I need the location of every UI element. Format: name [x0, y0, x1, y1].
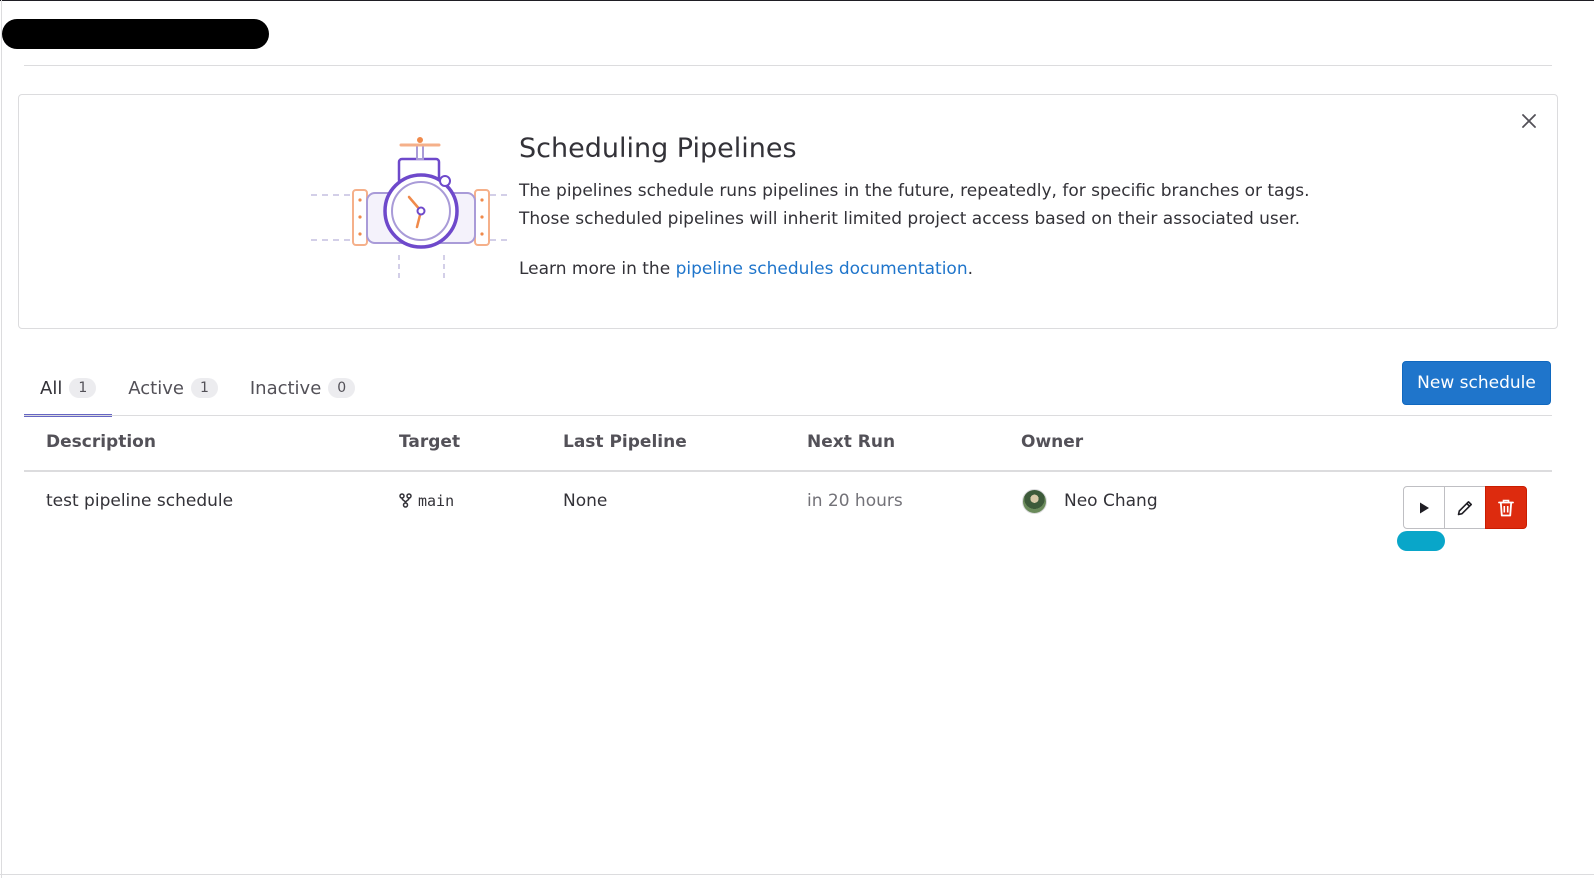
banner-learn-more: Learn more in the pipeline schedules doc… [519, 255, 1419, 283]
pipeline-schedule-illustration [311, 137, 509, 280]
banner-description-line-1: The pipelines schedule runs pipelines in… [519, 181, 1310, 201]
tab-count-badge: 0 [328, 378, 356, 398]
new-schedule-button[interactable]: New schedule [1402, 361, 1551, 405]
highlight-pill [1397, 531, 1445, 551]
redacted-breadcrumb [2, 19, 269, 49]
tab-active[interactable]: Active 1 [112, 360, 234, 416]
tab-all[interactable]: All 1 [24, 360, 113, 417]
schedule-actions [1403, 486, 1527, 529]
tabs-divider [24, 415, 1552, 416]
banner-description-line-2: Those scheduled pipelines will inherit l… [519, 209, 1301, 229]
trash-icon [1498, 499, 1514, 516]
next-run-value: in 20 hours [807, 491, 903, 511]
scheduling-pipelines-banner: Scheduling Pipelines The pipelines sched… [18, 94, 1558, 329]
run-schedule-button[interactable] [1403, 486, 1445, 529]
edit-schedule-button[interactable] [1444, 486, 1486, 529]
learn-more-suffix: . [967, 259, 974, 279]
header-divider [24, 65, 1552, 66]
schedule-target[interactable]: main [399, 489, 454, 513]
target-branch-name: main [418, 492, 455, 510]
branch-icon [399, 493, 412, 508]
pipeline-schedules-documentation-link[interactable]: pipeline schedules documentation [676, 259, 968, 279]
tab-label: All [40, 377, 63, 399]
close-banner-button[interactable] [1517, 109, 1541, 133]
owner-avatar[interactable] [1022, 489, 1047, 514]
last-pipeline-value: None [563, 491, 608, 511]
banner-title: Scheduling Pipelines [519, 133, 797, 164]
delete-schedule-button[interactable] [1485, 486, 1527, 529]
column-header-last-pipeline: Last Pipeline [563, 432, 687, 452]
play-icon [1420, 502, 1429, 513]
tab-count-badge: 1 [190, 378, 218, 398]
tab-count-badge: 1 [69, 378, 97, 398]
top-border [0, 0, 1594, 1]
bottom-border [0, 874, 1594, 875]
tab-label: Inactive [249, 377, 322, 399]
column-header-target: Target [399, 432, 461, 452]
schedule-description: test pipeline schedule [46, 491, 234, 511]
tab-inactive[interactable]: Inactive 0 [234, 360, 371, 416]
owner-name[interactable]: Neo Chang [1064, 489, 1158, 513]
pencil-icon [1457, 500, 1472, 515]
close-icon [1522, 114, 1536, 128]
table-header-divider [24, 470, 1552, 472]
column-header-description: Description [46, 432, 156, 452]
column-header-next-run: Next Run [807, 432, 896, 452]
left-border [1, 0, 2, 878]
learn-more-prefix: Learn more in the [519, 259, 676, 279]
column-header-owner: Owner [1021, 432, 1084, 452]
tab-label: Active [128, 377, 184, 399]
schedule-filter-tabs: All 1 Active 1 Inactive 0 [24, 360, 371, 417]
